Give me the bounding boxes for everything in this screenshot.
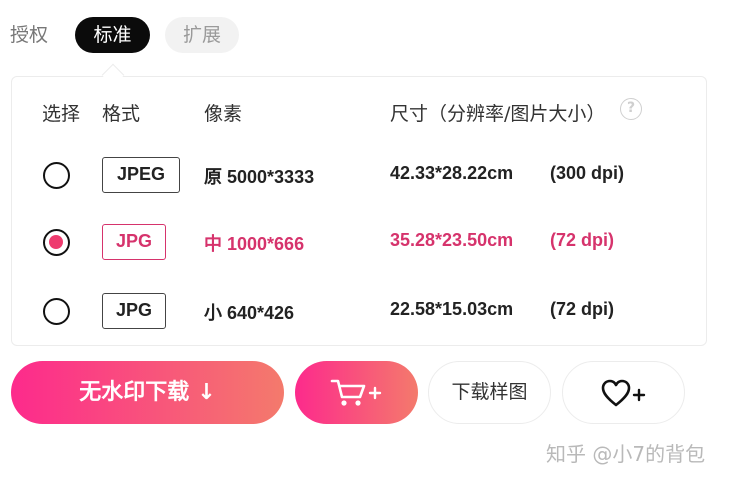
radio-button[interactable] (43, 298, 70, 325)
radio-dot (49, 235, 63, 249)
watermark-text: 知乎 @小7的背包 (546, 442, 706, 466)
pixel-dimensions: 小 640*426 (204, 303, 295, 323)
add-to-favorites-button[interactable] (562, 361, 685, 424)
pixel-dimensions: 中 1000*666 (204, 234, 305, 254)
header-pixels: 像素 (204, 103, 243, 125)
dpi-value: (72 dpi) (550, 299, 615, 319)
heart-plus-icon (601, 379, 646, 407)
radio-button-selected[interactable] (43, 229, 70, 256)
dpi-value: (300 dpi) (550, 163, 625, 183)
download-sample-button[interactable]: 下载样图 (428, 361, 551, 424)
print-size: 35.28*23.50cm (390, 230, 514, 250)
header-select: 选择 (42, 103, 81, 125)
help-icon[interactable]: ? (620, 98, 642, 120)
print-size: 42.33*28.22cm (390, 163, 514, 183)
format-badge: JPG (102, 293, 166, 329)
size-option-row[interactable]: JPG 中 1000*666 35.28*23.50cm (72 dpi) (12, 220, 706, 266)
dpi-value: (72 dpi) (550, 230, 615, 250)
tab-bar: 授权 标准 扩展 (0, 17, 733, 53)
size-option-row[interactable]: JPEG 原 5000*3333 42.33*28.22cm (300 dpi) (12, 153, 706, 199)
download-button-label: 无水印下载 (79, 380, 190, 405)
size-options-panel: 选择 格式 像素 尺寸（分辨率/图片大小） ? JPEG 原 5000*3333… (11, 76, 707, 346)
tab-extended[interactable]: 扩展 (165, 17, 239, 53)
header-size: 尺寸（分辨率/图片大小） (390, 103, 606, 125)
radio-button[interactable] (43, 162, 70, 189)
tab-license[interactable]: 授权 (10, 17, 48, 53)
header-format: 格式 (102, 103, 141, 125)
pixel-dimensions: 原 5000*3333 (204, 167, 315, 187)
format-badge: JPEG (102, 157, 180, 193)
download-no-watermark-button[interactable]: 无水印下载 ↓ (11, 361, 284, 424)
tab-standard[interactable]: 标准 (75, 17, 150, 53)
format-badge: JPG (102, 224, 166, 260)
add-to-cart-button[interactable] (295, 361, 418, 424)
size-option-row[interactable]: JPG 小 640*426 22.58*15.03cm (72 dpi) (12, 289, 706, 335)
print-size: 22.58*15.03cm (390, 299, 514, 319)
cart-plus-icon (330, 379, 382, 406)
arrow-down-icon: ↓ (197, 380, 216, 405)
